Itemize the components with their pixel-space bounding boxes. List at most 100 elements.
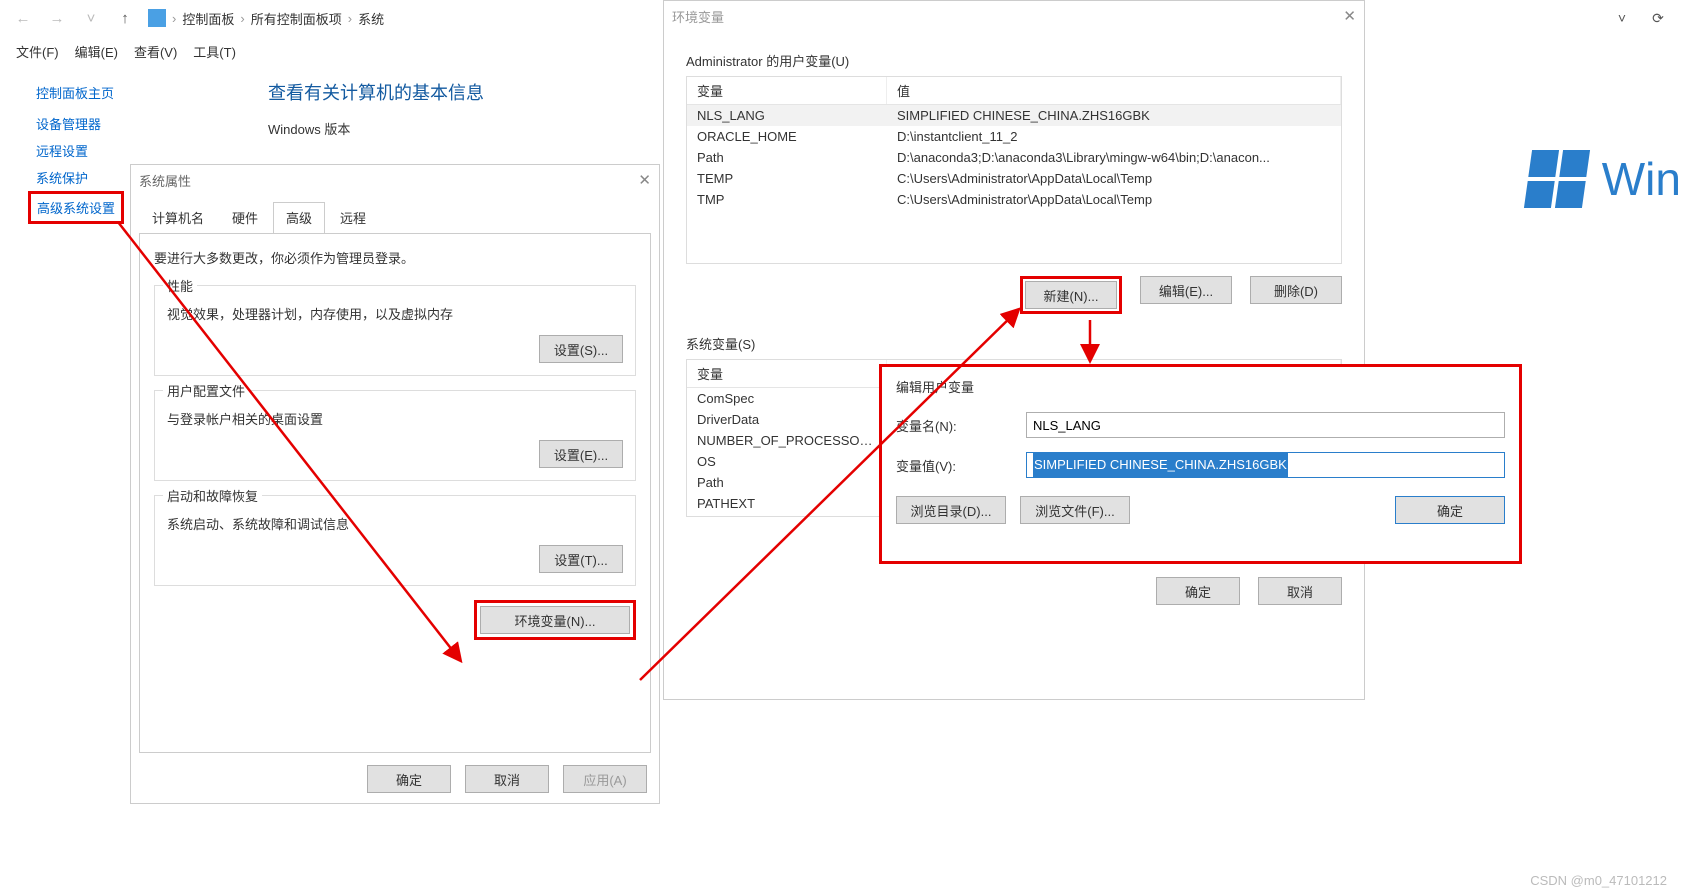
address-bar[interactable]: › 控制面板 › 所有控制面板项 › 系统: [148, 9, 384, 28]
variable-name-input[interactable]: [1026, 412, 1505, 438]
env-row: 环境变量(N)...: [154, 600, 636, 640]
table-row[interactable]: TEMPC:\Users\Administrator\AppData\Local…: [687, 168, 1341, 189]
variable-value-input[interactable]: SIMPLIFIED CHINESE_CHINA.ZHS16GBK: [1026, 452, 1505, 478]
cell-var: DriverData: [687, 409, 887, 430]
sidebar-link-device-manager[interactable]: 设备管理器: [36, 110, 236, 137]
group-desc: 系统启动、系统故障和调试信息: [167, 514, 623, 533]
cell-val: SIMPLIFIED CHINESE_CHINA.ZHS16GBK: [887, 105, 1341, 126]
delete-user-var-button[interactable]: 删除(D): [1250, 276, 1342, 304]
cell-var: PATHEXT: [687, 493, 887, 514]
table-row[interactable]: ORACLE_HOMED:\instantclient_11_2: [687, 126, 1341, 147]
cell-var: Path: [687, 472, 887, 493]
perf-settings-button[interactable]: 设置(S)...: [539, 335, 623, 363]
windows-logo: Win: [1528, 150, 1681, 208]
menu-edit[interactable]: 编辑(E): [75, 42, 118, 61]
refresh-icon[interactable]: ⟳: [1649, 9, 1667, 27]
tab-panel: 要进行大多数更改，你必须作为管理员登录。 性能 视觉效果，处理器计划，内存使用，…: [139, 233, 651, 753]
environment-variables-dialog: 环境变量 ✕ Administrator 的用户变量(U) 变量 值 NLS_L…: [663, 0, 1365, 700]
group-desc: 视觉效果，处理器计划，内存使用，以及虚拟内存: [167, 304, 623, 323]
table-row[interactable]: PathD:\anaconda3;D:\anaconda3\Library\mi…: [687, 147, 1341, 168]
cell-var: TMP: [687, 189, 887, 210]
value-selected-text: SIMPLIFIED CHINESE_CHINA.ZHS16GBK: [1033, 453, 1288, 477]
sidebar-link-remote[interactable]: 远程设置: [36, 137, 236, 164]
name-label: 变量名(N):: [896, 416, 1016, 435]
apply-button[interactable]: 应用(A): [563, 765, 647, 793]
cell-var: NUMBER_OF_PROCESSORS: [687, 430, 887, 451]
recent-icon[interactable]: ˅: [80, 7, 102, 29]
dialog-title: 系统属性: [139, 171, 191, 190]
new-user-var-button[interactable]: 新建(N)...: [1025, 281, 1117, 309]
cancel-button[interactable]: 取消: [465, 765, 549, 793]
breadcrumb-item[interactable]: 控制面板: [182, 9, 234, 28]
control-panel-icon: [148, 9, 166, 27]
tab-advanced[interactable]: 高级: [273, 202, 325, 234]
chevron-right-icon: ›: [348, 11, 352, 26]
user-vars-label: Administrator 的用户变量(U): [664, 31, 1364, 76]
cell-var: ORACLE_HOME: [687, 126, 887, 147]
breadcrumb-item[interactable]: 所有控制面板项: [251, 9, 342, 28]
menu-view[interactable]: 查看(V): [134, 42, 177, 61]
section-heading: Windows 版本: [268, 119, 484, 138]
up-icon[interactable]: ↑: [114, 7, 136, 29]
edit-buttons: 浏览目录(D)... 浏览文件(F)... 确定: [882, 488, 1519, 524]
tab-hardware[interactable]: 硬件: [219, 202, 271, 234]
edit-dialog-title: 编辑用户变量: [882, 367, 1519, 408]
environment-variables-button[interactable]: 环境变量(N)...: [480, 606, 630, 634]
table-row[interactable]: TMPC:\Users\Administrator\AppData\Local\…: [687, 189, 1341, 210]
group-legend: 性能: [163, 276, 197, 295]
edit-user-var-button[interactable]: 编辑(E)...: [1140, 276, 1232, 304]
value-row: 变量值(V): SIMPLIFIED CHINESE_CHINA.ZHS16GB…: [882, 448, 1519, 488]
system-properties-dialog: 系统属性 ✕ 计算机名 硬件 高级 远程 要进行大多数更改，你必须作为管理员登录…: [130, 164, 660, 804]
cell-val: C:\Users\Administrator\AppData\Local\Tem…: [887, 168, 1341, 189]
dialog-buttons: 确定 取消 应用(A): [131, 761, 659, 801]
menu-tools[interactable]: 工具(T): [193, 42, 236, 61]
col-var[interactable]: 变量: [687, 77, 887, 104]
new-button-highlight: 新建(N)...: [1020, 276, 1122, 314]
cell-val: D:\instantclient_11_2: [887, 126, 1341, 147]
dialog-titlebar[interactable]: 系统属性 ✕: [131, 165, 659, 195]
env-button-highlight: 环境变量(N)...: [474, 600, 636, 640]
group-desc: 与登录帐户相关的桌面设置: [167, 409, 623, 428]
cell-var: Path: [687, 147, 887, 168]
browse-file-button[interactable]: 浏览文件(F)...: [1020, 496, 1130, 524]
breadcrumb-item[interactable]: 系统: [358, 9, 384, 28]
group-performance: 性能 视觉效果，处理器计划，内存使用，以及虚拟内存 设置(S)...: [154, 285, 636, 376]
startup-settings-button[interactable]: 设置(T)...: [539, 545, 623, 573]
nav-right: ˅ ⟳: [1613, 0, 1667, 36]
ok-button[interactable]: 确定: [367, 765, 451, 793]
dialog-titlebar[interactable]: 环境变量 ✕: [664, 1, 1364, 31]
name-row: 变量名(N):: [882, 408, 1519, 448]
table-header: 变量 值: [687, 77, 1341, 105]
close-icon[interactable]: ✕: [1343, 7, 1356, 25]
table-row[interactable]: NLS_LANGSIMPLIFIED CHINESE_CHINA.ZHS16GB…: [687, 105, 1341, 126]
tab-computername[interactable]: 计算机名: [139, 202, 217, 234]
env-cancel-button[interactable]: 取消: [1258, 577, 1342, 605]
value-label: 变量值(V):: [896, 456, 1016, 475]
user-vars-buttons: 新建(N)... 编辑(E)... 删除(D): [664, 264, 1364, 314]
edit-ok-button[interactable]: 确定: [1395, 496, 1505, 524]
dropdown-icon[interactable]: ˅: [1613, 9, 1631, 27]
group-legend: 用户配置文件: [163, 381, 249, 400]
chevron-right-icon: ›: [172, 11, 176, 26]
watermark: CSDN @m0_47101212: [1530, 873, 1667, 888]
back-icon[interactable]: ←: [12, 7, 34, 29]
page-title: 查看有关计算机的基本信息: [268, 79, 484, 105]
sidebar-link-advanced-settings[interactable]: 高级系统设置: [28, 191, 124, 224]
browse-dir-button[interactable]: 浏览目录(D)...: [896, 496, 1006, 524]
profile-settings-button[interactable]: 设置(E)...: [539, 440, 623, 468]
tabs: 计算机名 硬件 高级 远程: [131, 195, 659, 233]
forward-icon[interactable]: →: [46, 7, 68, 29]
env-ok-button[interactable]: 确定: [1156, 577, 1240, 605]
env-dialog-buttons: 确定 取消: [664, 557, 1364, 605]
windows-icon: [1524, 150, 1590, 208]
chevron-right-icon: ›: [240, 11, 244, 26]
dialog-title: 环境变量: [672, 7, 724, 26]
col-var[interactable]: 变量: [687, 360, 887, 387]
close-icon[interactable]: ✕: [638, 171, 651, 189]
user-vars-table[interactable]: 变量 值 NLS_LANGSIMPLIFIED CHINESE_CHINA.ZH…: [686, 76, 1342, 264]
menu-file[interactable]: 文件(F): [16, 42, 59, 61]
col-val[interactable]: 值: [887, 77, 1341, 104]
sidebar-title[interactable]: 控制面板主页: [36, 75, 236, 110]
cell-var: NLS_LANG: [687, 105, 887, 126]
tab-remote[interactable]: 远程: [327, 202, 379, 234]
